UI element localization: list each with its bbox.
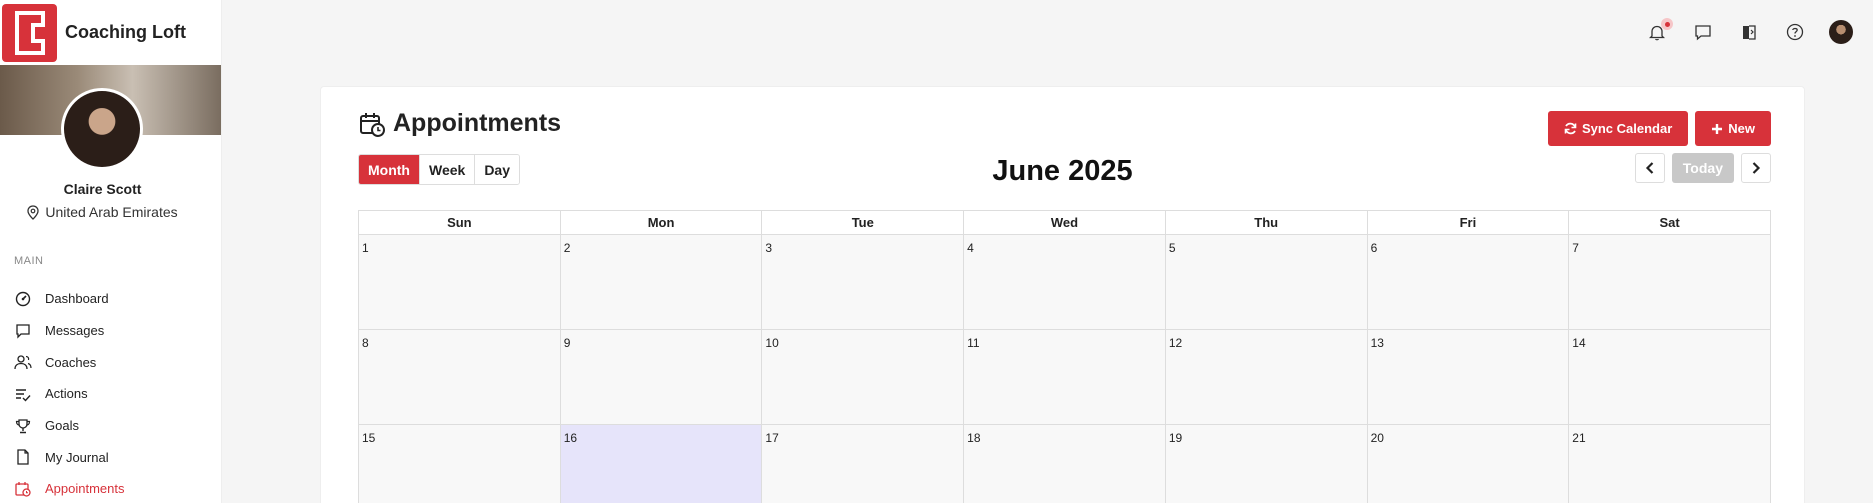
app-root: Coaching Loft Claire Scott United Arab E… [0,0,1873,503]
day-cell[interactable]: 12 [1165,330,1368,425]
day-cell[interactable]: 19 [1165,425,1368,503]
week-row: 1 2 3 4 5 6 7 [359,235,1771,330]
page-title: Appointments [359,109,561,138]
day-cell[interactable]: 13 [1367,330,1570,425]
sidebar-item-label: Coaches [45,354,97,370]
sidebar-item-messages[interactable]: Messages [0,315,222,347]
sidebar-item-label: Appointments [45,481,125,497]
gauge-icon [14,291,32,307]
day-cell[interactable]: 1 [359,235,561,330]
day-cell[interactable]: 20 [1367,425,1570,503]
profile-avatar[interactable] [61,88,143,170]
profile-location-text: United Arab Emirates [45,204,178,220]
day-cell[interactable]: 9 [560,330,763,425]
sync-calendar-button[interactable]: Sync Calendar [1547,111,1689,146]
page-title-text: Appointments [393,109,562,137]
month-grid: Sun Mon Tue Wed Thu Fri Sat 1 2 3 4 5 6 … [358,210,1771,503]
view-week-button[interactable]: Week [419,155,476,184]
sidebar-item-label: Dashboard [45,291,109,307]
map-pin-icon [27,204,39,220]
weekday-label: Sun [359,211,561,235]
notification-badge [1661,18,1673,30]
document-icon [14,449,32,465]
logo-icon [2,3,57,62]
next-month-button[interactable] [1741,153,1771,183]
sidebar-nav: Dashboard Messages Coaches Actions Goals… [0,283,222,503]
day-cell[interactable]: 3 [762,235,965,330]
chat-icon[interactable] [1691,20,1715,44]
section-label-main: MAIN [14,255,44,267]
weekday-label: Wed [964,211,1166,235]
new-label: New [1728,121,1755,136]
week-row: 8 9 10 11 12 13 14 [359,330,1771,425]
calendar-navigation: Today [1634,153,1771,183]
sidebar-item-label: Messages [45,323,105,339]
weekday-label: Sat [1569,211,1771,235]
prev-month-button[interactable] [1634,153,1665,183]
message-icon [14,323,32,339]
book-icon[interactable] [1737,20,1761,44]
user-avatar-button[interactable] [1829,20,1853,44]
avatar [1829,20,1853,44]
bell-icon[interactable] [1645,18,1673,44]
users-icon [14,354,32,370]
avatar [64,91,140,167]
sidebar-item-label: Goals [45,418,79,434]
sidebar-item-actions[interactable]: Actions [0,378,222,410]
day-cell[interactable]: 18 [964,425,1166,503]
calendar-clock-icon [360,112,385,137]
weekday-label: Tue [762,211,965,235]
sidebar-item-coaches[interactable]: Coaches [0,346,222,378]
header-actions: Sync Calendar New [1547,111,1771,146]
sidebar-item-label: My Journal [45,449,109,465]
sidebar-item-goals[interactable]: Goals [0,410,222,442]
day-cell-today[interactable]: 16 [560,425,763,503]
day-cell[interactable]: 10 [762,330,965,425]
sidebar-item-dashboard[interactable]: Dashboard [0,283,222,315]
weekday-header: Sun Mon Tue Wed Thu Fri Sat [359,211,1771,235]
sidebar-item-my-journal[interactable]: My Journal [0,441,222,473]
day-cell[interactable]: 7 [1569,235,1771,330]
weekday-label: Fri [1367,211,1570,235]
brand-name: Coaching Loft [65,22,186,42]
appointments-card: Appointments Sync Calendar New Month Wee… [320,86,1805,503]
weekday-label: Mon [560,211,763,235]
chevron-left-icon [1645,162,1654,174]
sidebar-item-label: Actions [45,386,88,402]
sidebar-item-appointments[interactable]: Appointments [0,473,222,503]
day-cell[interactable]: 21 [1569,425,1771,503]
day-cell[interactable]: 14 [1569,330,1771,425]
day-cell[interactable]: 6 [1367,235,1570,330]
new-appointment-button[interactable]: New [1695,111,1771,146]
sync-calendar-label: Sync Calendar [1581,121,1673,136]
view-toggle: Month Week Day [358,154,520,185]
chevron-right-icon [1752,162,1761,174]
day-cell[interactable]: 2 [560,235,763,330]
trophy-icon [14,418,32,434]
brand[interactable]: Coaching Loft [0,0,221,65]
week-row: 15 16 17 18 19 20 21 [359,425,1771,503]
calendar-title: June 2025 [992,155,1133,187]
calendar-clock-icon [14,481,32,497]
view-month-button[interactable]: Month [359,155,420,184]
day-cell[interactable]: 15 [359,425,561,503]
day-cell[interactable]: 5 [1165,235,1368,330]
sync-icon [1564,122,1577,135]
help-icon[interactable] [1783,20,1807,44]
today-button[interactable]: Today [1671,153,1734,183]
plus-icon [1712,123,1723,134]
day-cell[interactable]: 4 [964,235,1166,330]
sidebar: Coaching Loft Claire Scott United Arab E… [0,0,222,503]
day-cell[interactable]: 11 [964,330,1166,425]
checklist-icon [14,386,32,402]
day-cell[interactable]: 17 [762,425,965,503]
topbar [1645,18,1853,44]
day-cell[interactable]: 8 [359,330,561,425]
view-day-button[interactable]: Day [475,155,519,184]
profile-location: United Arab Emirates [0,204,205,220]
profile-name: Claire Scott [63,181,142,197]
weekday-label: Thu [1165,211,1368,235]
